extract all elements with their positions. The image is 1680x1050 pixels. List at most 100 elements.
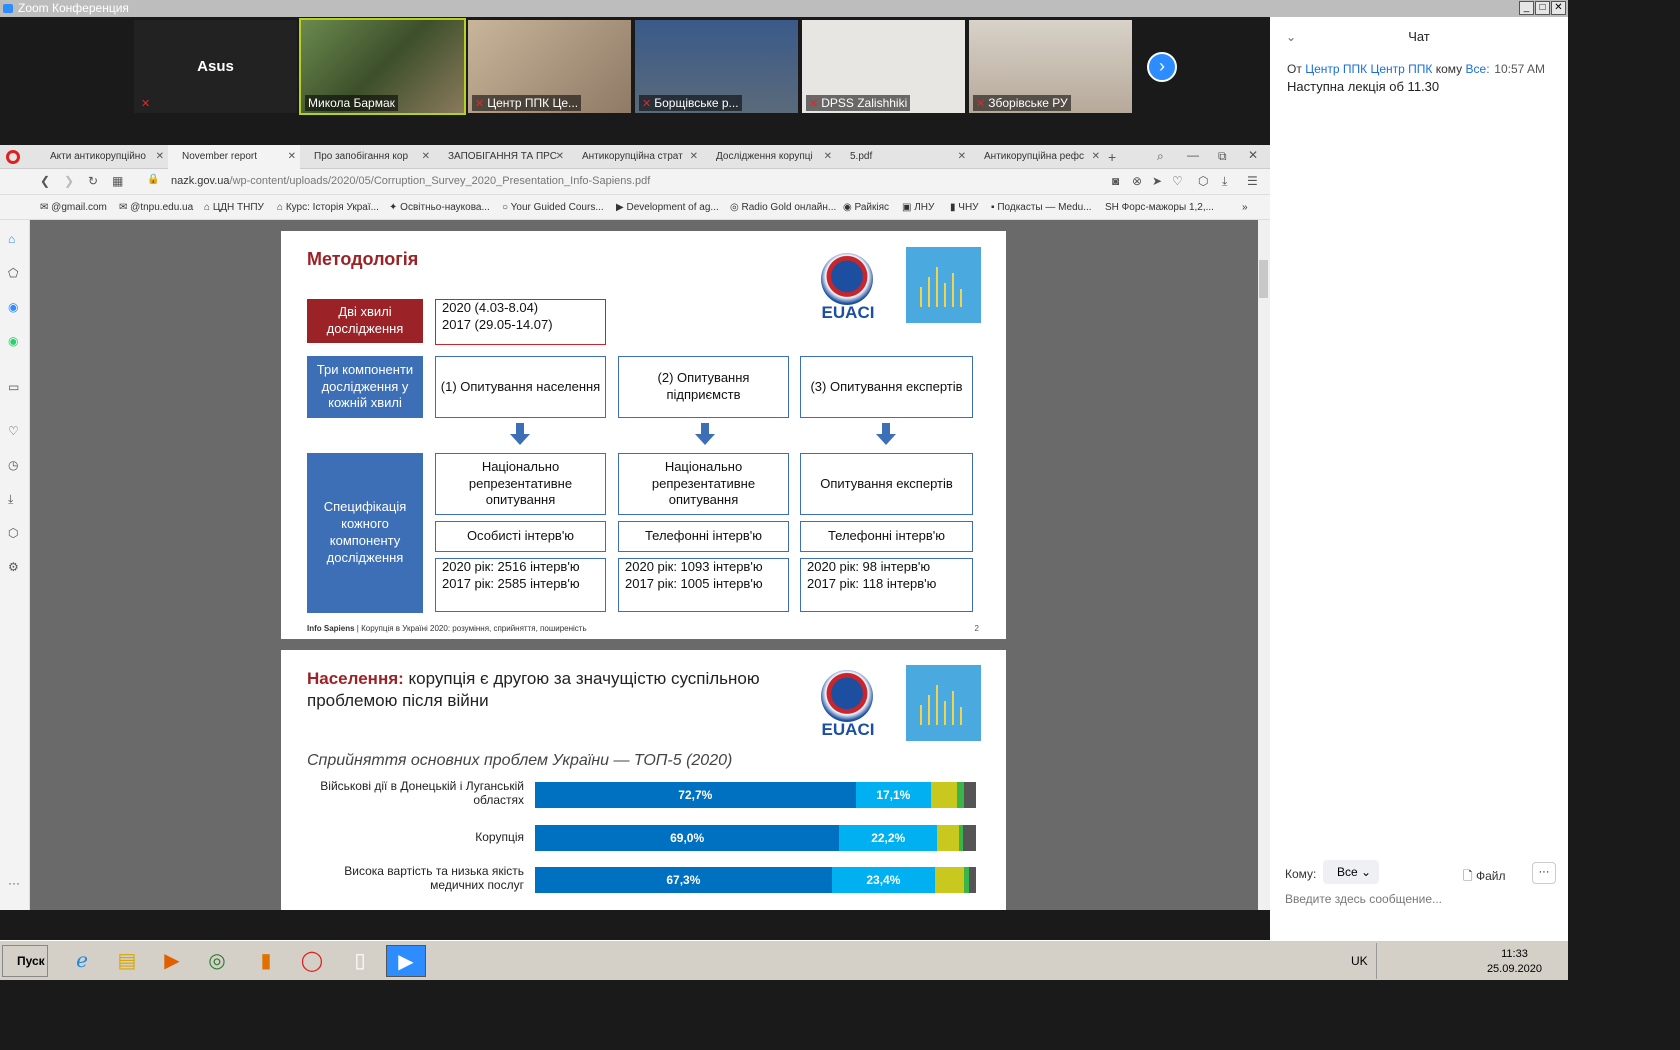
home-icon[interactable]: ⌂ bbox=[8, 232, 15, 246]
reload-icon[interactable]: ↻ bbox=[88, 174, 98, 188]
language-indicator[interactable]: UK bbox=[1351, 954, 1368, 968]
pdf-viewer[interactable]: Методологія EUACI Дві хвилі дослідження … bbox=[30, 220, 1258, 910]
chevron-down-icon[interactable]: ⌄ bbox=[1286, 17, 1296, 57]
more-bookmarks-icon[interactable]: » bbox=[1242, 202, 1248, 213]
ie-icon[interactable]: ℯ bbox=[62, 945, 102, 977]
close-tab-icon[interactable]: ✕ bbox=[156, 145, 164, 169]
tab-label: Акти антикорупційно bbox=[50, 151, 146, 162]
heart-icon[interactable]: ♡ bbox=[1172, 174, 1183, 188]
close-tab-icon[interactable]: ✕ bbox=[556, 145, 564, 169]
wallet-icon[interactable]: ▭ bbox=[8, 380, 19, 394]
close-tab-icon[interactable]: ✕ bbox=[1092, 145, 1100, 169]
bookmark-item[interactable]: ✉ @gmail.com bbox=[40, 202, 107, 213]
recipient-select[interactable]: Все ⌄ bbox=[1323, 860, 1379, 884]
browser-tab[interactable]: Антикорупційна страт ✕ bbox=[568, 145, 702, 169]
bookmark-item[interactable]: ○ Your Guided Cours... bbox=[502, 202, 604, 213]
browser-tab[interactable]: Антикорупційна рефс ✕ bbox=[970, 145, 1104, 169]
chat-input[interactable]: Введите здесь сообщение... bbox=[1285, 892, 1442, 906]
sample-box: Національно репрезентативне опитування bbox=[618, 453, 789, 515]
browser-tab[interactable]: Дослідження корупці ✕ bbox=[702, 145, 836, 169]
video-tile[interactable]: Микола Бармак bbox=[299, 18, 466, 115]
minimize-browser-button[interactable]: — bbox=[1187, 148, 1199, 162]
heart-icon[interactable]: ♡ bbox=[8, 424, 19, 438]
video-gallery: Asus ✕ Микола Бармак ✕ Центр ППК Це... ✕ Б… bbox=[0, 17, 1270, 145]
speed-dial-icon[interactable]: ⬠ bbox=[8, 266, 18, 280]
bookmark-item[interactable]: ✦ Освітньо-наукова... bbox=[389, 202, 490, 213]
close-browser-button[interactable]: ✕ bbox=[1248, 148, 1258, 162]
send-icon[interactable]: ➤ bbox=[1152, 174, 1162, 188]
minimize-button[interactable]: _ bbox=[1519, 1, 1534, 15]
bookmark-item[interactable]: SH Форс-мажоры 1,2,... bbox=[1105, 202, 1214, 213]
video-tile[interactable]: ✕ Зборівське РУ bbox=[969, 20, 1132, 113]
shield-icon[interactable]: ⊗ bbox=[1132, 174, 1142, 188]
video-tile[interactable]: ✕ Центр ППК Це... bbox=[468, 20, 631, 113]
box-icon[interactable]: ⬡ bbox=[1198, 174, 1208, 188]
start-button[interactable]: Пуск bbox=[2, 945, 48, 977]
app-icon[interactable]: ▮ bbox=[246, 945, 286, 977]
bookmark-label: Radio Gold онлайн... bbox=[741, 202, 837, 213]
close-button[interactable]: ✕ bbox=[1551, 1, 1566, 15]
more-icon[interactable]: ··· bbox=[8, 876, 20, 890]
sender-link[interactable]: Центр ППК Центр ППК bbox=[1305, 62, 1432, 76]
video-tile[interactable]: ✕ Борщівське р... bbox=[635, 20, 798, 113]
download-icon[interactable]: ⤓ bbox=[1222, 174, 1227, 189]
history-icon[interactable]: ◷ bbox=[8, 458, 18, 472]
bookmark-item[interactable]: ▮ ЧНУ bbox=[950, 202, 979, 213]
bookmark-item[interactable]: ⌂ Курс: Історія Украї... bbox=[277, 202, 379, 213]
more-button[interactable]: ··· bbox=[1532, 862, 1556, 884]
recipient-link[interactable]: Все: bbox=[1466, 62, 1490, 76]
opera-logo-icon[interactable] bbox=[6, 150, 20, 164]
restore-browser-button[interactable]: ⧉ bbox=[1218, 149, 1227, 164]
browser-tab[interactable]: 5.pdf ✕ bbox=[836, 145, 970, 169]
bookmark-item[interactable]: ▣ ЛНУ bbox=[902, 202, 934, 213]
extensions-icon[interactable]: ⬡ bbox=[8, 526, 18, 540]
downloads-icon[interactable]: ⤓ bbox=[8, 492, 13, 507]
next-page-button[interactable]: › bbox=[1147, 52, 1177, 82]
bar-segment bbox=[937, 825, 960, 851]
bookmark-item[interactable]: ▶ Development of ag... bbox=[616, 202, 719, 213]
menu-icon[interactable]: ☰ bbox=[1247, 174, 1258, 188]
chrome-icon[interactable]: ◎ bbox=[197, 945, 237, 977]
bookmark-item[interactable]: ✉ @tnpu.edu.ua bbox=[119, 202, 193, 213]
url-field[interactable]: nazk.gov.ua/wp-content/uploads/2020/05/C… bbox=[171, 175, 650, 187]
wave-2020: 2020 (4.03-8.04) bbox=[442, 300, 539, 315]
browser-tab[interactable]: Акти антикорупційно ✕ bbox=[36, 145, 168, 169]
close-tab-icon[interactable]: ✕ bbox=[422, 145, 430, 169]
bookmark-item[interactable]: ◉ Райкіяс bbox=[843, 202, 889, 213]
file-button[interactable]: 🗋 Файл bbox=[1463, 867, 1506, 888]
bookmark-item[interactable]: ⌂ ЦДН ТНПУ bbox=[204, 202, 264, 213]
opera-icon[interactable]: ◯ bbox=[292, 945, 332, 977]
maximize-button[interactable]: □ bbox=[1535, 1, 1550, 15]
video-tile[interactable]: Asus ✕ bbox=[134, 20, 297, 113]
logo-text: EUACI bbox=[821, 303, 875, 322]
messenger-icon[interactable]: ◉ bbox=[8, 300, 18, 314]
from-label: От bbox=[1287, 62, 1302, 76]
camera-icon[interactable]: ◙ bbox=[1112, 174, 1119, 188]
clock[interactable]: 11:33 25.09.2020 bbox=[1487, 947, 1542, 977]
whatsapp-icon[interactable]: ◉ bbox=[8, 334, 18, 348]
browser-tab[interactable]: ЗАПОБІГАННЯ ТА ПРС ✕ bbox=[434, 145, 568, 169]
back-icon[interactable]: ❮ bbox=[40, 174, 50, 188]
video-tile[interactable]: ✕ DPSS Zalishhiki bbox=[802, 20, 965, 113]
search-icon[interactable]: ⌕ bbox=[1157, 149, 1164, 164]
close-tab-icon[interactable]: ✕ bbox=[288, 145, 296, 169]
close-tab-icon[interactable]: ✕ bbox=[958, 145, 966, 169]
forward-icon[interactable]: ❯ bbox=[64, 174, 74, 188]
new-tab-button[interactable]: + bbox=[1108, 149, 1116, 165]
mic-muted-icon: ✕ bbox=[809, 98, 819, 110]
close-tab-icon[interactable]: ✕ bbox=[690, 145, 698, 169]
zoom-taskbar-icon[interactable]: ▶ bbox=[386, 945, 426, 977]
browser-tab[interactable]: November report ✕ bbox=[168, 145, 300, 169]
scroll-thumb[interactable] bbox=[1259, 260, 1268, 298]
bookmark-item[interactable]: ◎ Radio Gold онлайн... bbox=[730, 202, 836, 213]
bookmark-item[interactable]: ▪ Подкасты — Medu... bbox=[991, 202, 1092, 213]
browser-tab[interactable]: Про запобігання кор ✕ bbox=[300, 145, 434, 169]
media-player-icon[interactable]: ▶ bbox=[152, 945, 192, 977]
settings-icon[interactable]: ⚙ bbox=[8, 560, 19, 574]
lock-icon: 🔒 bbox=[147, 174, 160, 185]
close-tab-icon[interactable]: ✕ bbox=[824, 145, 832, 169]
notepad-icon[interactable]: ▯ bbox=[340, 945, 380, 977]
scrollbar[interactable] bbox=[1258, 220, 1270, 910]
grid-icon[interactable]: ▦ bbox=[112, 174, 123, 188]
explorer-icon[interactable]: ▤ bbox=[107, 945, 147, 977]
